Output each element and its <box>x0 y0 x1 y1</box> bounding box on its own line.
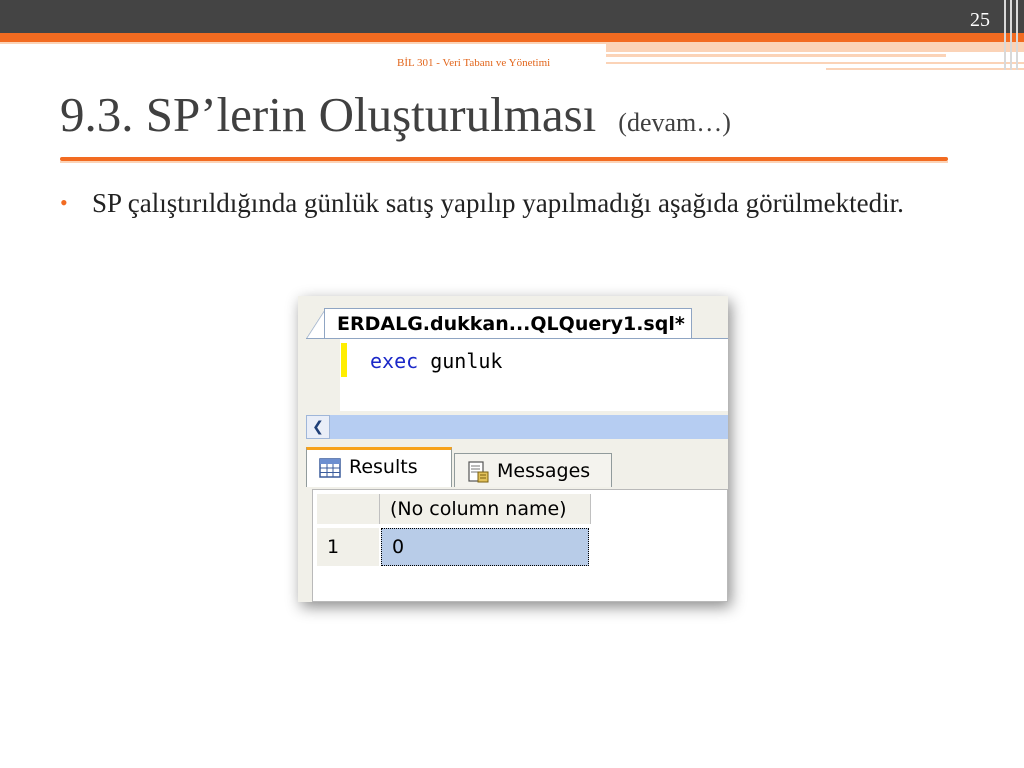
page-number: 25 <box>970 9 990 31</box>
decor-vline <box>1010 0 1012 70</box>
tab-slant <box>306 308 326 339</box>
grid-corner-header[interactable] <box>317 494 379 524</box>
query-tab[interactable]: ERDALG.dukkan...QLQuery1.sql* <box>324 308 692 339</box>
bullet-dot-icon: • <box>60 190 68 215</box>
title-subtitle: (devam…) <box>618 108 731 137</box>
editor-gutter <box>306 339 340 411</box>
code-identifier: gunluk <box>418 349 503 373</box>
top-orange-bar <box>0 33 1024 42</box>
grid-cell[interactable]: 0 <box>381 528 589 566</box>
slide-title: 9.3. SP’lerin Oluşturulması (devam…) <box>60 86 731 143</box>
bullet-item: • SP çalıştırıldığında günlük satış yapı… <box>60 185 963 221</box>
tab-results[interactable]: Results <box>306 447 452 487</box>
code-keyword: exec <box>370 349 419 373</box>
horizontal-scrollbar[interactable]: ❮ <box>306 415 728 439</box>
decor-line <box>606 62 1024 64</box>
decor-line <box>826 68 1024 70</box>
tab-messages[interactable]: Messages <box>454 453 612 487</box>
title-text: 9.3. SP’lerin Oluşturulması <box>60 87 597 142</box>
decor-vline <box>1004 0 1006 70</box>
row-header[interactable]: 1 <box>317 528 379 566</box>
code-line: exec gunluk <box>370 349 502 373</box>
results-grid: (No column name) 1 0 <box>312 489 728 602</box>
query-editor[interactable]: exec gunluk <box>306 338 728 411</box>
decor-line <box>606 54 946 57</box>
title-underline-shadow <box>60 161 948 163</box>
grid-icon <box>319 457 341 478</box>
change-marker <box>341 343 347 377</box>
ssms-screenshot: ERDALG.dukkan...QLQuery1.sql* exec gunlu… <box>298 296 728 602</box>
course-header: BİL 301 - Veri Tabanı ve Yönetimi <box>397 57 551 69</box>
column-header[interactable]: (No column name) <box>379 494 591 524</box>
document-icon <box>468 460 489 482</box>
tab-messages-label: Messages <box>497 460 591 482</box>
bullet-text: SP çalıştırıldığında günlük satış yapılı… <box>92 188 904 218</box>
chevron-left-icon[interactable]: ❮ <box>306 415 330 439</box>
decor-vline <box>1016 0 1018 70</box>
results-pane: Results Messages (No column name) 1 0 <box>306 439 728 602</box>
tab-results-label: Results <box>349 456 418 478</box>
scroll-track[interactable] <box>332 417 728 437</box>
top-dark-bar <box>0 0 1024 33</box>
